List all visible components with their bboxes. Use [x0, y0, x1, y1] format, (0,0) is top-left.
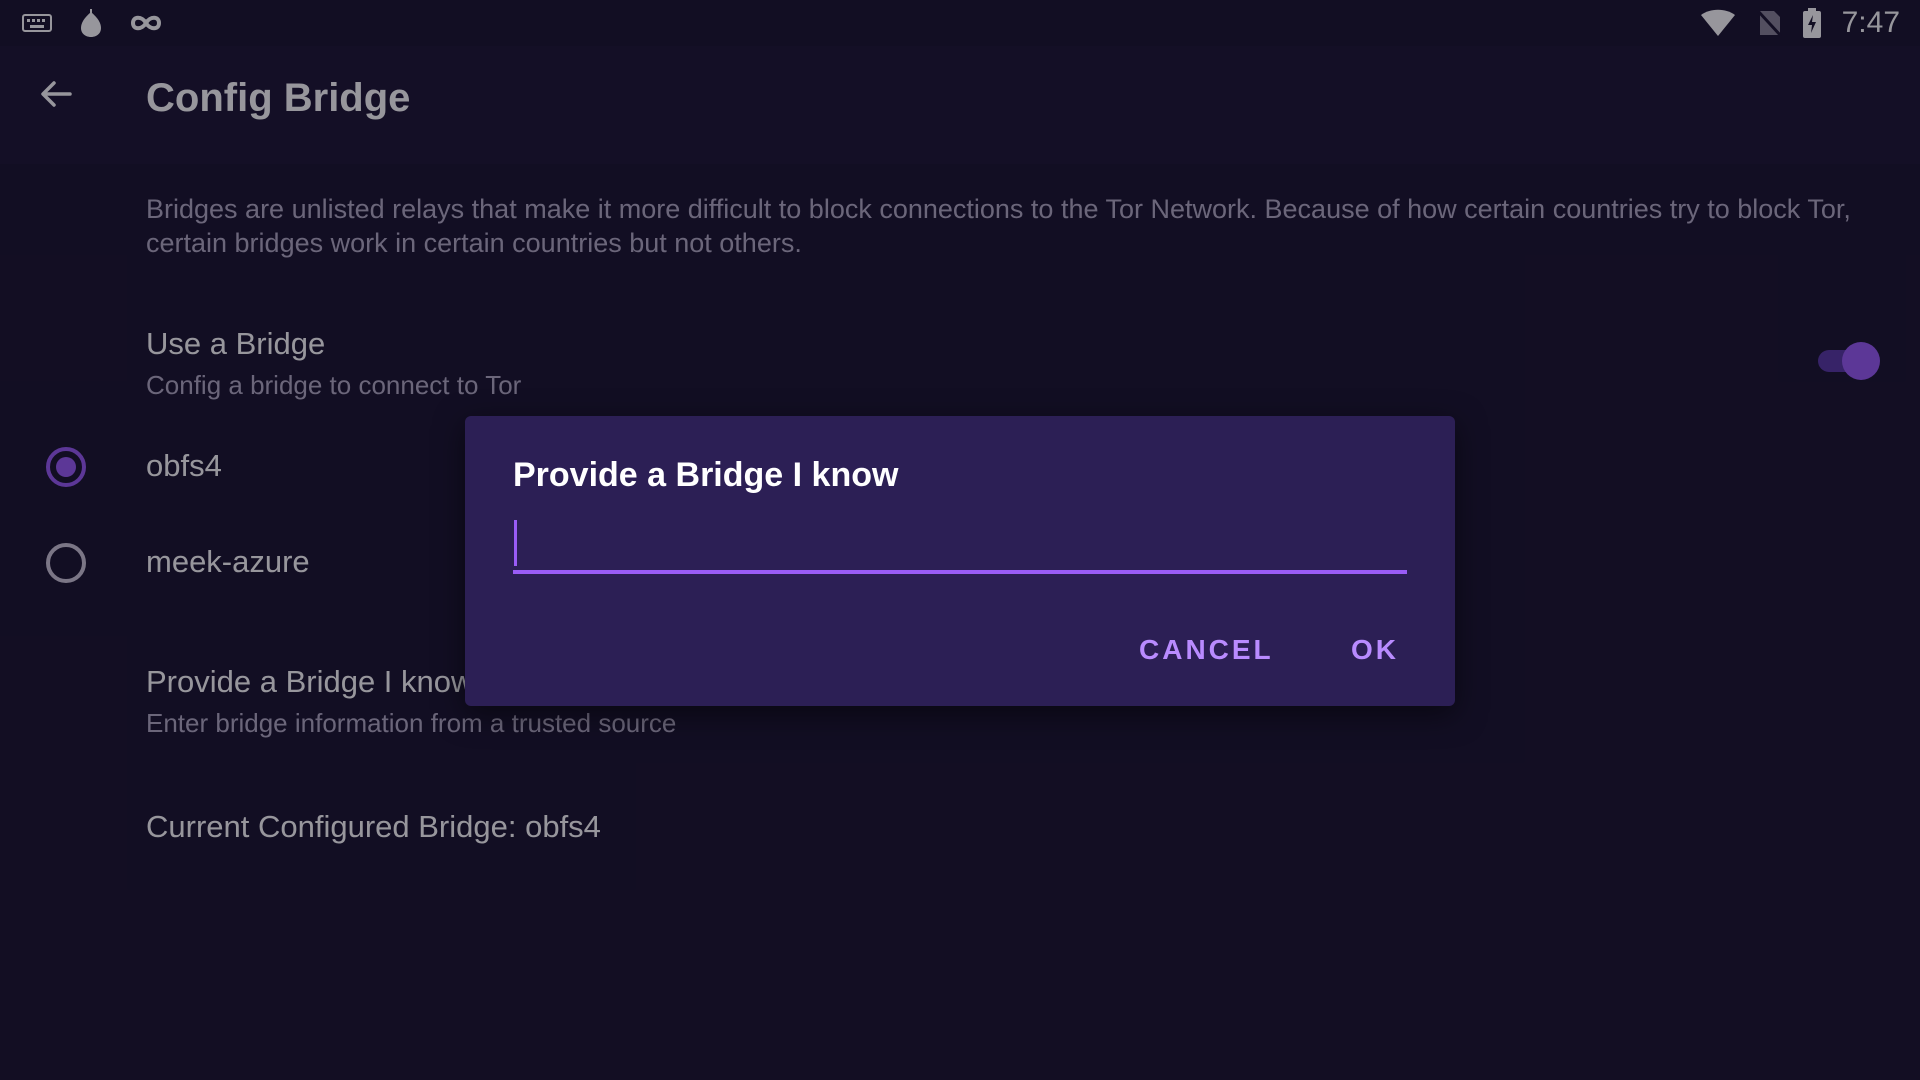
provide-bridge-dialog: Provide a Bridge I know CANCEL OK	[465, 416, 1455, 706]
dialog-title: Provide a Bridge I know	[513, 456, 899, 494]
bridge-input[interactable]	[513, 516, 1407, 574]
text-cursor	[514, 520, 517, 566]
ok-button[interactable]: OK	[1339, 626, 1411, 674]
cancel-button[interactable]: CANCEL	[1127, 626, 1286, 674]
